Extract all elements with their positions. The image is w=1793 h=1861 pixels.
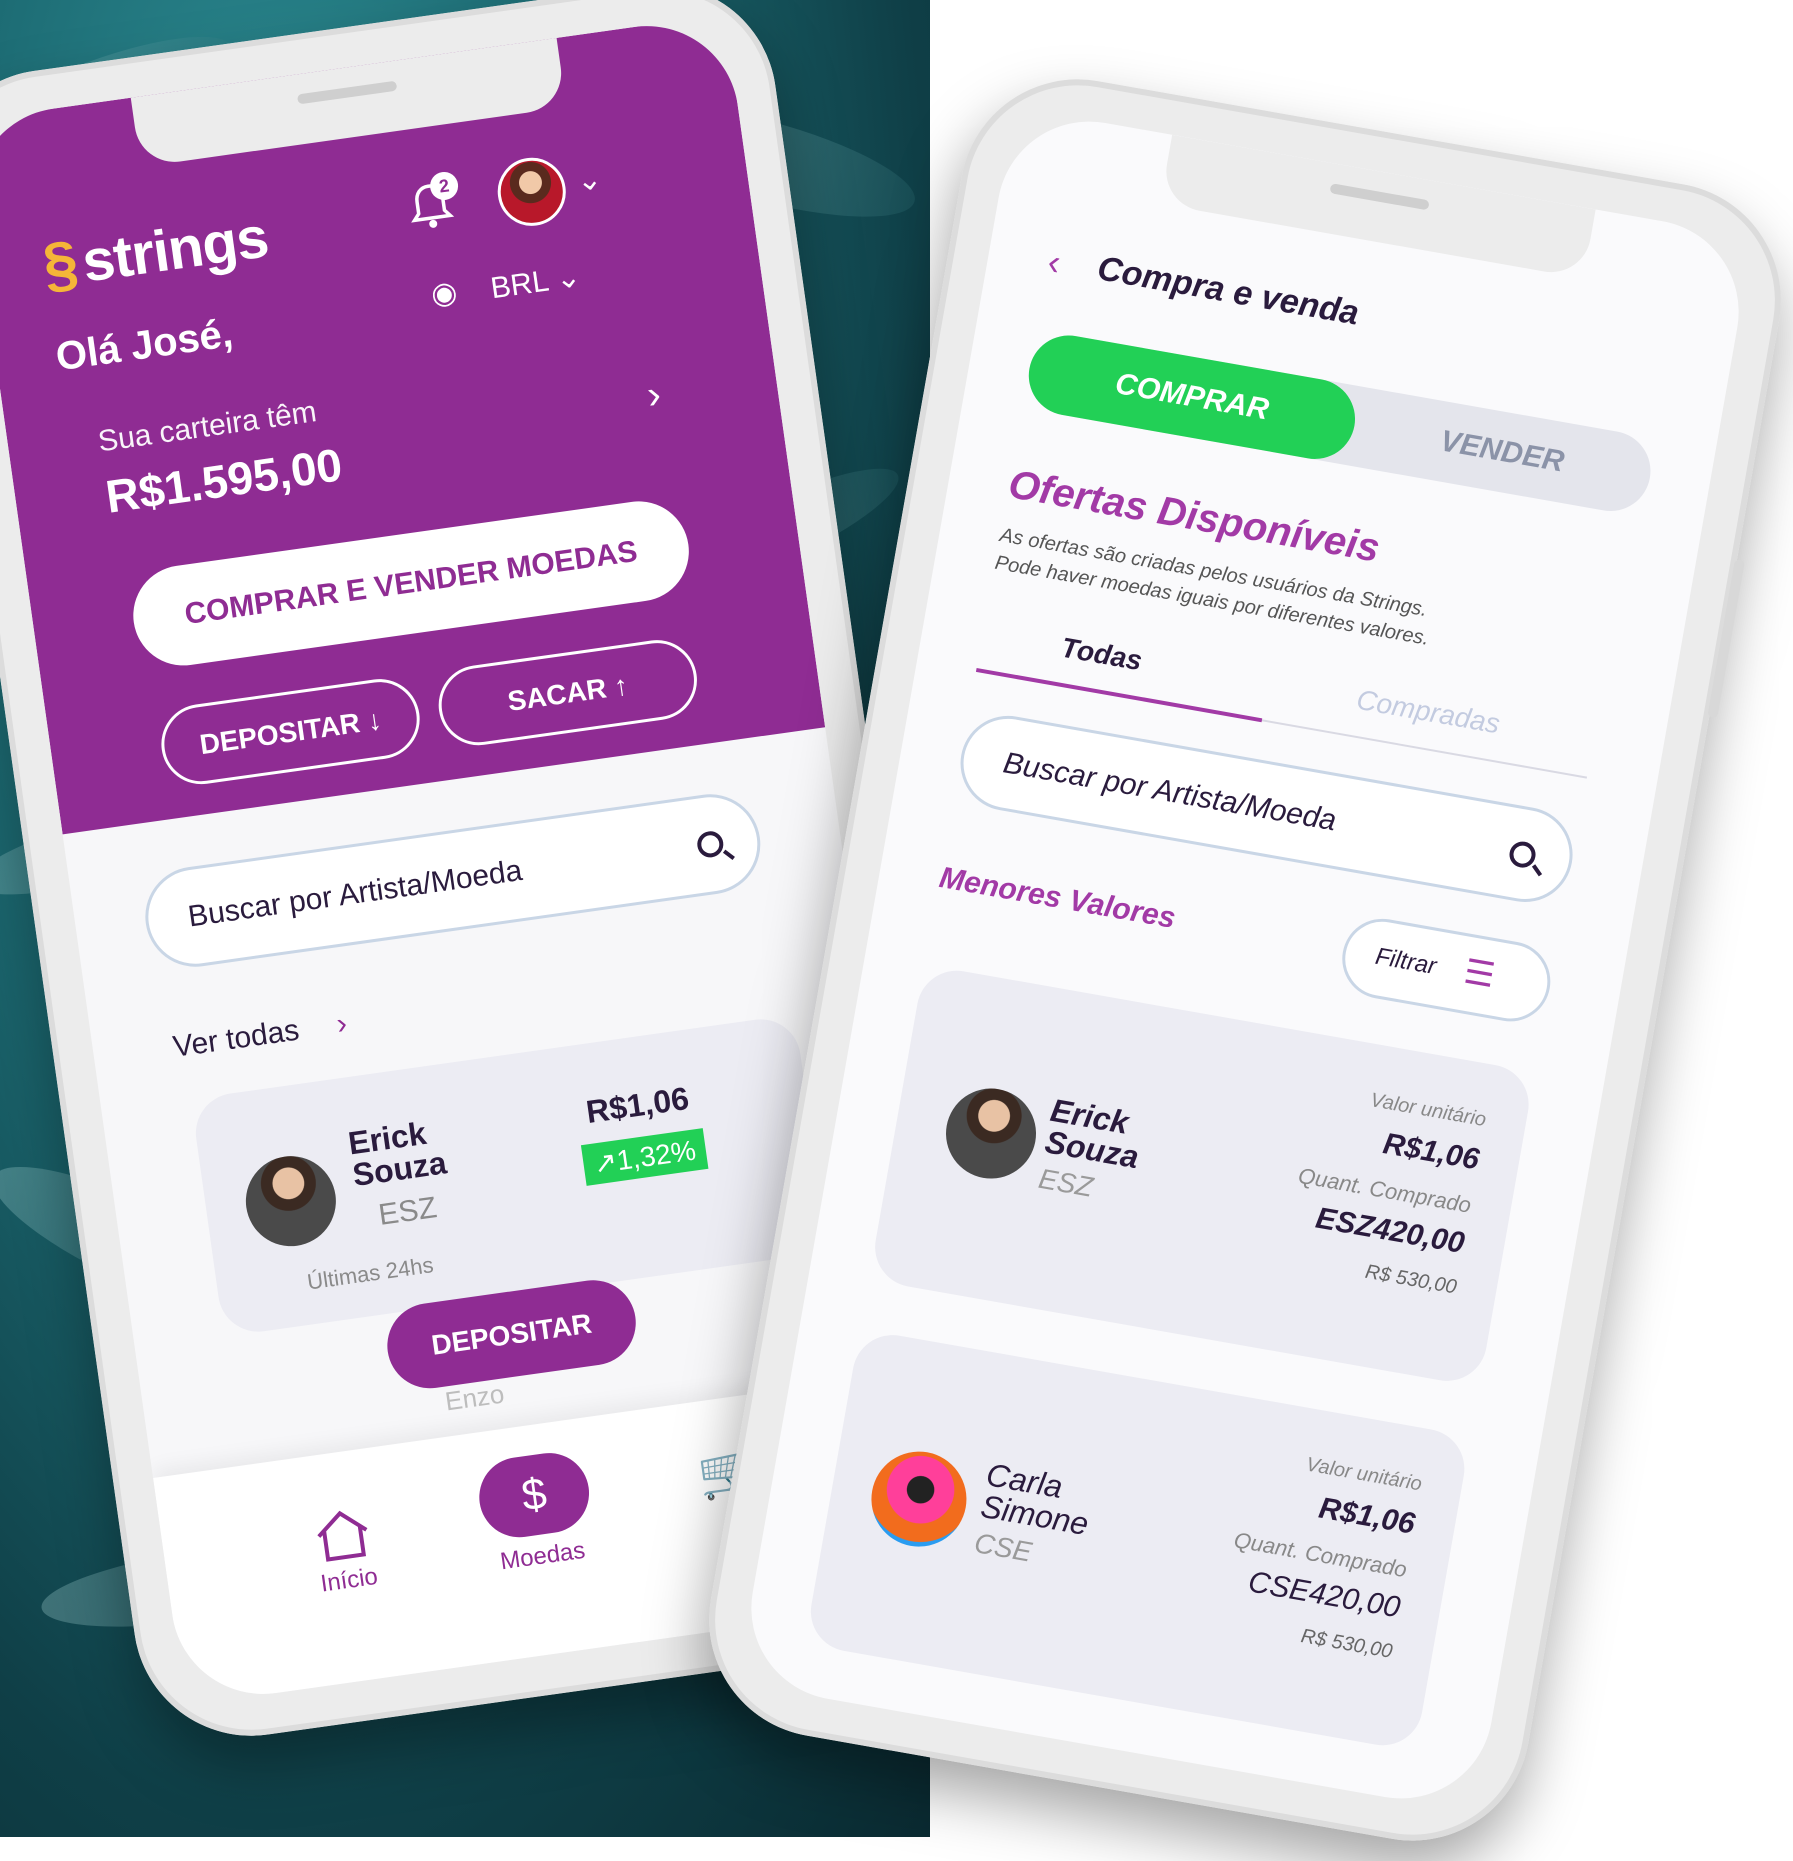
artist-name: Carla Simone (978, 1456, 1096, 1542)
search-placeholder: Buscar por Artista/Moeda (1000, 745, 1339, 837)
artist-photo (240, 1150, 342, 1252)
page-title: Compra e venda (1094, 249, 1362, 333)
tab-sell[interactable]: VENDER (1347, 386, 1656, 517)
coin-ticker: ESZ (1036, 1162, 1096, 1203)
subtab-indicator (975, 667, 1263, 723)
coin-ticker: ESZ (376, 1191, 439, 1232)
unit-price: R$1,06 (1316, 1491, 1418, 1541)
filter-lines-icon: ☰ (1461, 952, 1498, 996)
nav-home-label: Início (318, 1562, 380, 1598)
unit-price-label: Valor unitário (1304, 1453, 1424, 1496)
change-badge: ↗1,32% (580, 1128, 709, 1186)
coin-card[interactable]: Erick Souza ESZ Últimas 24hs R$1,06 ↗1,32… (190, 1014, 829, 1337)
search-input[interactable]: Buscar por Artista/Moeda (138, 787, 767, 974)
phone-side-button (1707, 559, 1745, 719)
home-icon (317, 1510, 368, 1562)
chevron-right-icon: › (334, 1006, 350, 1041)
see-all-link[interactable]: Ver todas › (171, 1007, 349, 1065)
coin-dollar-icon: $ (474, 1447, 595, 1543)
chevron-down-icon[interactable]: ⌄ (574, 161, 604, 199)
withdraw-label: SACAR (505, 672, 609, 717)
search-placeholder: Buscar por Artista/Moeda (186, 853, 525, 934)
section-title: Menores Valores (936, 860, 1178, 935)
back-chevron-icon[interactable]: ‹ (1045, 241, 1064, 284)
change-period: Últimas 24hs (305, 1252, 435, 1295)
artist-name: Erick Souza (1042, 1092, 1147, 1175)
nav-coins-label: Moedas (498, 1536, 587, 1576)
offer-card[interactable]: Carla Simone CSE Valor unitário R$1,06 Qu… (804, 1328, 1471, 1752)
see-all-label: Ver todas (171, 1013, 302, 1064)
filter-label: Filtrar (1373, 942, 1439, 981)
subtab-bought[interactable]: Compradas (1354, 684, 1502, 741)
filter-button[interactable]: Filtrar ☰ (1335, 912, 1557, 1028)
offer-total: R$ 530,00 (1299, 1625, 1394, 1663)
search-icon (1507, 839, 1538, 870)
offer-card[interactable]: Erick Souza ESZ Valor unitário R$1,06 Qua… (868, 964, 1535, 1388)
tab-buy[interactable]: COMPRAR (1022, 329, 1362, 466)
search-icon (695, 829, 725, 859)
artist-photo (938, 1081, 1044, 1186)
nav-coins[interactable]: $ Moedas (474, 1447, 599, 1578)
unit-price-label: Valor unitário (1368, 1089, 1488, 1132)
coin-price: R$1,06 (583, 1079, 692, 1130)
phone-speaker (1329, 183, 1430, 211)
arrow-up-icon: ↑ (611, 669, 631, 703)
coin-ticker: CSE (972, 1527, 1035, 1568)
artist-name: Erick Souza (346, 1115, 449, 1193)
deposit-label: DEPOSITAR (197, 707, 362, 761)
phone-notch (1160, 134, 1596, 279)
next-coin-name: Enzo (443, 1378, 507, 1417)
unit-price: R$1,06 (1380, 1127, 1482, 1177)
nav-home[interactable]: Início (309, 1503, 381, 1598)
offer-total: R$ 530,00 (1363, 1260, 1459, 1299)
phone-speaker (296, 80, 398, 105)
notification-bell[interactable]: 2 (406, 170, 460, 235)
subtab-all[interactable]: Todas (1059, 632, 1145, 678)
artist-photo (863, 1444, 974, 1555)
arrow-down-icon: ↓ (365, 704, 384, 737)
toggle-visibility-icon[interactable]: ◉ (429, 274, 460, 312)
change-value: 1,32% (614, 1134, 698, 1177)
currency-label: BRL (488, 264, 550, 306)
